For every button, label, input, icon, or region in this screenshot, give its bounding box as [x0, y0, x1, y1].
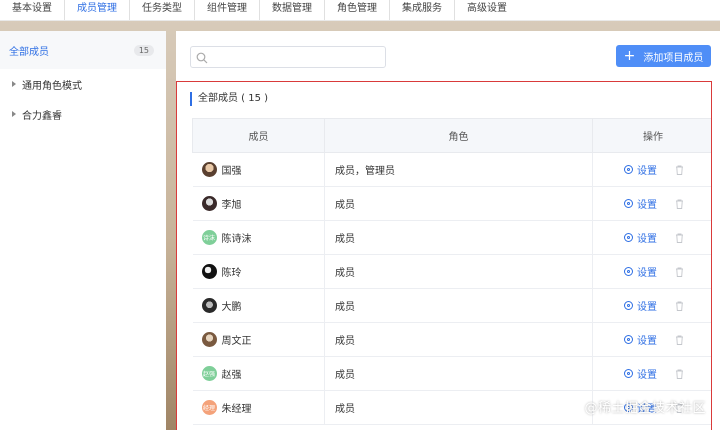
table-header-row: 成员 角色 操作	[192, 118, 711, 153]
column-header-role: 角色	[324, 118, 593, 153]
avatar	[201, 298, 217, 313]
tab-basic-settings[interactable]: 基本设置	[0, 0, 65, 20]
main-content: + 添加项目成员 全部成员 ( 15 ) 成员 角色 操作 国强 成员，管理员 …	[176, 31, 720, 430]
settings-icon	[624, 369, 633, 378]
avatar	[201, 196, 217, 211]
trash-icon[interactable]	[675, 301, 684, 311]
avatar: 经理	[201, 400, 217, 415]
member-name: 李旭	[221, 200, 242, 211]
member-name: 大鹏	[221, 302, 242, 313]
settings-icon	[624, 199, 633, 208]
settings-icon	[624, 301, 633, 310]
watermark: @稀土掘金技术社区	[584, 401, 706, 416]
trash-icon[interactable]	[675, 369, 684, 379]
avatar	[201, 162, 217, 177]
add-member-button[interactable]: + 添加项目成员	[616, 45, 711, 67]
member-name: 朱经理	[221, 404, 252, 415]
member-count-badge: 15	[133, 44, 154, 56]
tab-role-management[interactable]: 角色管理	[325, 0, 390, 20]
tab-integration-services[interactable]: 集成服务	[390, 0, 455, 20]
table-row: 大鹏 成员 设置	[192, 288, 711, 323]
sidebar-group-general-role-mode[interactable]: 通用角色模式	[0, 69, 166, 99]
table-row: 陈玲 成员 设置	[192, 254, 711, 289]
column-header-actions: 操作	[592, 118, 711, 153]
panel-title: 全部成员 ( 15 )	[190, 92, 268, 106]
member-name: 赵强	[221, 370, 242, 381]
tab-task-types[interactable]: 任务类型	[130, 0, 195, 20]
plus-icon: +	[623, 48, 636, 64]
tab-data-management[interactable]: 数据管理	[260, 0, 325, 20]
member-name: 陈玲	[221, 268, 242, 279]
sidebar-group-helixinrui[interactable]: 合力鑫睿	[0, 99, 166, 129]
member-role: 成员	[324, 220, 593, 255]
table-row: 李旭 成员 设置	[192, 186, 711, 221]
avatar	[201, 332, 217, 347]
caret-right-icon[interactable]	[12, 81, 16, 87]
trash-icon[interactable]	[675, 199, 684, 209]
member-role: 成员	[324, 390, 593, 425]
settings-icon	[624, 267, 633, 276]
member-role: 成员	[324, 254, 593, 289]
settings-icon	[624, 165, 633, 174]
table-row: 诗沫 陈诗沫 成员 设置	[192, 220, 711, 255]
sidebar-group-label: 通用角色模式	[22, 80, 82, 92]
sidebar-item-label: 全部成员	[9, 46, 49, 58]
sidebar-group-label: 合力鑫睿	[22, 110, 62, 122]
settings-icon	[624, 335, 633, 344]
trash-icon[interactable]	[675, 335, 684, 345]
settings-link[interactable]: 设置	[637, 332, 657, 347]
tab-component-management[interactable]: 组件管理	[195, 0, 260, 20]
avatar	[201, 264, 217, 279]
settings-link[interactable]: 设置	[637, 264, 657, 279]
member-name: 周文正	[221, 336, 252, 347]
trash-icon[interactable]	[675, 267, 684, 277]
table-row: 国强 成员，管理员 设置	[192, 152, 711, 187]
caret-right-icon[interactable]	[12, 111, 16, 117]
member-role: 成员	[324, 288, 593, 323]
settings-link[interactable]: 设置	[637, 162, 657, 177]
sidebar: 全部成员 15 通用角色模式 合力鑫睿	[0, 31, 166, 430]
tab-advanced-settings[interactable]: 高级设置	[455, 0, 519, 20]
settings-link[interactable]: 设置	[637, 230, 657, 245]
member-role: 成员	[324, 356, 593, 391]
member-name: 国强	[221, 166, 242, 177]
top-nav: 基本设置 成员管理 任务类型 组件管理 数据管理 角色管理 集成服务 高级设置	[0, 0, 720, 21]
member-role: 成员	[324, 186, 593, 221]
table-row: 周文正 成员 设置	[192, 322, 711, 357]
trash-icon[interactable]	[675, 165, 684, 175]
member-role: 成员	[324, 322, 593, 357]
sidebar-item-all-members[interactable]: 全部成员 15	[0, 31, 166, 69]
member-role: 成员，管理员	[324, 152, 593, 187]
trash-icon[interactable]	[675, 233, 684, 243]
members-panel: 全部成员 ( 15 ) 成员 角色 操作 国强 成员，管理员 设置 李旭 成员 …	[176, 81, 712, 430]
add-member-label: 添加项目成员	[643, 52, 704, 64]
settings-icon	[624, 233, 633, 242]
avatar: 诗沫	[201, 230, 217, 245]
member-name: 陈诗沫	[221, 234, 252, 245]
search-icon	[196, 52, 208, 64]
settings-link[interactable]: 设置	[637, 366, 657, 381]
members-table: 成员 角色 操作 国强 成员，管理员 设置 李旭 成员 设置 诗沫 陈诗沫 成员…	[192, 118, 711, 425]
avatar: 赵强	[201, 366, 217, 381]
column-header-member: 成员	[192, 118, 325, 153]
table-row: 赵强 赵强 成员 设置	[192, 356, 711, 391]
settings-link[interactable]: 设置	[637, 196, 657, 211]
search-input[interactable]	[190, 46, 386, 68]
settings-link[interactable]: 设置	[637, 298, 657, 313]
tab-member-management[interactable]: 成员管理	[65, 0, 130, 20]
